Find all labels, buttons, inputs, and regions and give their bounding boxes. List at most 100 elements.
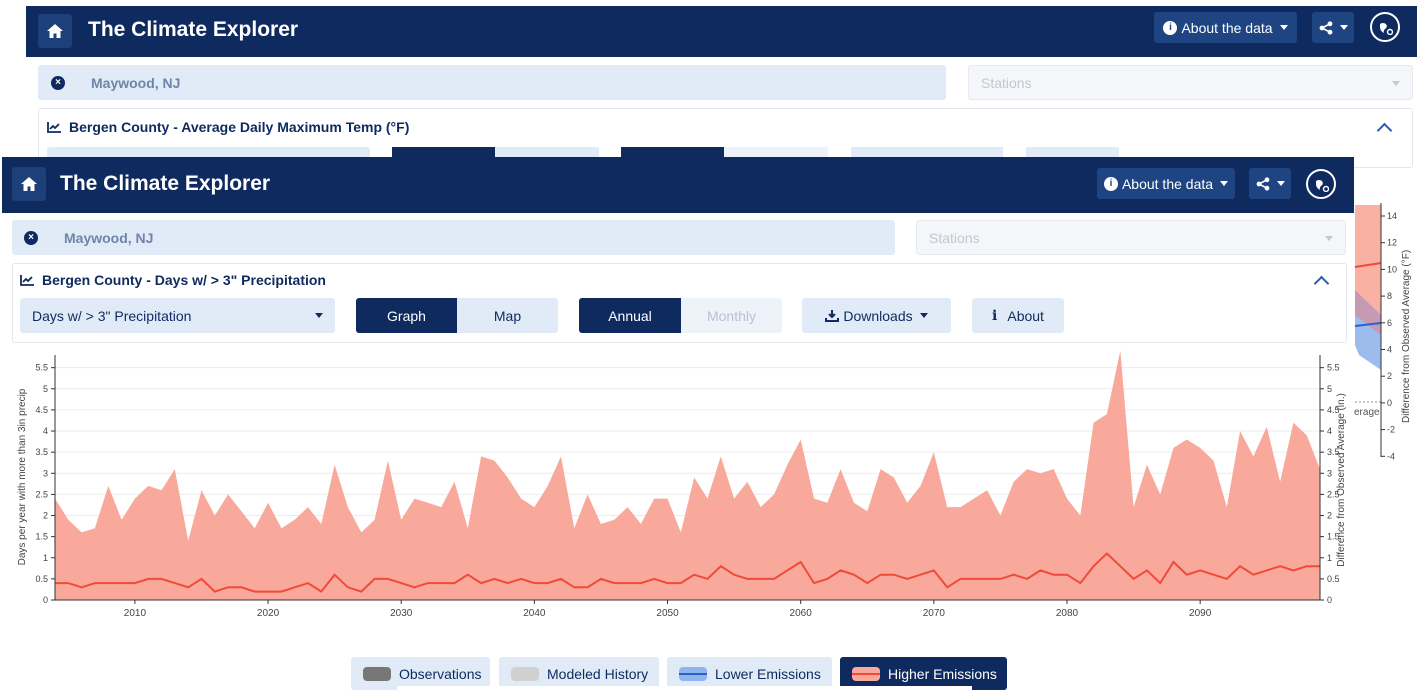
info-icon: i xyxy=(1163,20,1178,35)
home-button[interactable] xyxy=(12,167,46,201)
variable-select[interactable]: Days w/ > 3" Precipitation xyxy=(20,298,335,333)
x-ticks: 2010 2020 2030 2040 2050 2060 2070 2080 2090 xyxy=(124,600,1212,619)
x-tick-label: 2090 xyxy=(1189,608,1212,619)
caret-down-icon xyxy=(919,313,928,318)
y-tick-label: 5.5 xyxy=(35,363,48,373)
navbar: The Climate Explorer i About the data xyxy=(2,157,1354,213)
y-tick-label: 3 xyxy=(43,468,48,478)
bg-home-button[interactable] xyxy=(38,14,72,48)
y2-tick-label: 5 xyxy=(1327,384,1332,394)
home-icon xyxy=(21,177,37,191)
clear-location-icon[interactable]: × xyxy=(24,231,38,245)
bg-app-title[interactable]: The Climate Explorer xyxy=(88,18,298,42)
legend-cutoff-overlay xyxy=(397,686,972,690)
bg-globe-settings-icon[interactable] xyxy=(1370,12,1400,42)
bg-y2-tick-label: 10 xyxy=(1387,264,1397,274)
bg-location-text: Maywood, NJ xyxy=(91,74,181,91)
y-axis-label: Days per year with more than 3in precip xyxy=(17,388,28,565)
chevron-down-icon xyxy=(1392,81,1400,86)
x-tick-label: 2020 xyxy=(257,608,280,619)
y2-tick-label: 4 xyxy=(1327,426,1332,436)
bg-y2-tick-label: 6 xyxy=(1387,318,1392,328)
y-tick-label: 2.5 xyxy=(35,489,48,499)
y2-tick-label: 1 xyxy=(1327,553,1332,563)
bg-partial-avg-label: erage xyxy=(1354,407,1380,418)
bg-clear-location-icon[interactable]: × xyxy=(51,76,65,90)
info-i-icon: i xyxy=(992,307,998,324)
x-tick-label: 2050 xyxy=(656,608,679,619)
bg-y2-tick-label: 0 xyxy=(1387,398,1392,408)
about-button[interactable]: i About xyxy=(972,298,1064,333)
screenshot-stage: The Climate Explorer i About the data × … xyxy=(0,0,1417,690)
bg-stations-placeholder: Stations xyxy=(981,74,1032,91)
y2-axis-label: Difference from Observed Average (in.) xyxy=(1336,393,1347,567)
caret-down-icon xyxy=(1220,181,1229,186)
location-search[interactable]: × Maywood, NJ xyxy=(12,220,895,255)
bg-y2-tick-label: -4 xyxy=(1387,451,1395,461)
info-icon: i xyxy=(1103,176,1118,191)
bg-share-button[interactable] xyxy=(1312,12,1354,43)
bg-location-search[interactable]: × Maywood, NJ xyxy=(38,65,946,100)
tab-map[interactable]: Map xyxy=(457,298,558,333)
x-tick-label: 2010 xyxy=(124,608,147,619)
higher-emissions-band xyxy=(55,350,1320,600)
bg-stations-select[interactable]: Stations xyxy=(968,65,1413,100)
downloads-button[interactable]: Downloads xyxy=(802,298,951,333)
y-tick-label: 0.5 xyxy=(35,574,48,584)
bg-y2-tick-label: 4 xyxy=(1387,345,1392,355)
caret-down-icon xyxy=(1339,25,1348,30)
home-icon xyxy=(47,24,63,38)
precip-chart: 0 0.5 1 1.5 2 2.5 3 3.5 4 4.5 5 5.5 0 0.5 1 1.5 2 2.5 3 3.… xyxy=(17,350,1347,619)
x-tick-label: 2080 xyxy=(1056,608,1079,619)
y2-tick-label: 0.5 xyxy=(1327,574,1340,584)
y-tick-label: 1 xyxy=(43,553,48,563)
lower-emissions-swatch xyxy=(679,666,707,681)
y2-tick-label: 0 xyxy=(1327,595,1332,605)
chevron-down-icon xyxy=(1325,236,1333,241)
bg-y2-label: Difference from Observed Average (°F) xyxy=(1401,250,1412,423)
caret-down-icon xyxy=(1276,181,1285,186)
stations-select[interactable]: Stations xyxy=(916,220,1346,255)
y-tick-label: 1.5 xyxy=(35,532,48,542)
globe-settings-icon[interactable] xyxy=(1306,169,1336,199)
x-tick-label: 2030 xyxy=(390,608,413,619)
tab-monthly[interactable]: Monthly xyxy=(681,298,782,333)
bg-collapse-chevron-icon[interactable] xyxy=(1376,122,1393,139)
share-button[interactable] xyxy=(1249,168,1291,199)
bg-y2-tick-label: -2 xyxy=(1387,425,1395,435)
bg-y2-tick-label: 14 xyxy=(1387,211,1397,221)
bg-chart-fragment: erage 14 12 10 8 6 4 2 0 -2 -4 Difference from Ob… xyxy=(1354,203,1412,461)
tab-graph[interactable]: Graph xyxy=(356,298,457,333)
bg-y2-tick-label: 2 xyxy=(1387,371,1392,381)
y-tick-label: 2 xyxy=(43,511,48,521)
y-tick-label: 4.5 xyxy=(35,405,48,415)
line-chart-icon xyxy=(47,122,61,133)
bg-about-data-label: About the data xyxy=(1181,19,1273,36)
y-tick-label: 5 xyxy=(43,384,48,394)
app-title[interactable]: The Climate Explorer xyxy=(60,172,270,196)
caret-down-icon xyxy=(1279,25,1288,30)
y-ticks: 0 0.5 1 1.5 2 2.5 3 3.5 4 4.5 5 5.5 xyxy=(35,363,55,605)
bg-y2-tick-label: 12 xyxy=(1387,238,1397,248)
x-tick-label: 2060 xyxy=(790,608,813,619)
download-icon xyxy=(825,310,840,322)
collapse-chevron-icon[interactable] xyxy=(1313,275,1330,292)
bg-about-data-button[interactable]: i About the data xyxy=(1154,12,1297,43)
x-tick-label: 2070 xyxy=(923,608,946,619)
y2-tick-label: 5.5 xyxy=(1327,363,1340,373)
line-chart-icon xyxy=(20,275,34,286)
tab-annual[interactable]: Annual xyxy=(579,298,681,333)
chart-panel: Bergen County - Days w/ > 3" Precipitati… xyxy=(12,263,1347,343)
bg-y2-tick-label: 8 xyxy=(1387,291,1392,301)
higher-emissions-swatch xyxy=(852,666,880,681)
location-text: Maywood, NJ xyxy=(64,229,154,246)
about-data-button[interactable]: i About the data xyxy=(1097,168,1235,199)
y-tick-label: 4 xyxy=(43,426,48,436)
share-icon xyxy=(1256,176,1269,191)
y2-tick-label: 3 xyxy=(1327,468,1332,478)
modeled-history-swatch xyxy=(511,666,539,681)
x-tick-label: 2040 xyxy=(523,608,546,619)
observations-swatch xyxy=(363,666,391,681)
y2-tick-label: 2 xyxy=(1327,511,1332,521)
bg-panel-title: Bergen County - Average Daily Maximum Te… xyxy=(47,119,409,135)
